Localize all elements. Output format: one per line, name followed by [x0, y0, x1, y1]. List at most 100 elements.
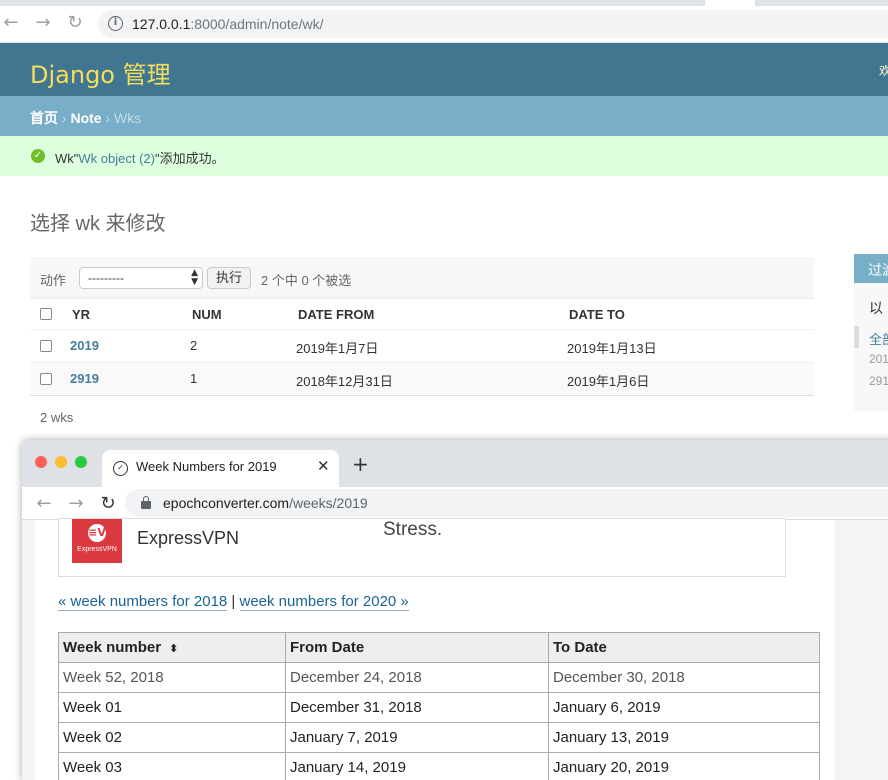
reload-icon[interactable]: ↻	[64, 12, 86, 34]
select-arrows-icon: ▲▼	[191, 269, 198, 287]
to-date-cell: December 30, 2018	[549, 663, 820, 693]
actions-label: 动作	[40, 270, 66, 289]
message-object-link[interactable]: Wk object (2)	[78, 151, 155, 166]
row-checkbox[interactable]	[40, 340, 52, 352]
row-num: 2	[190, 338, 197, 353]
info-icon[interactable]: i	[108, 16, 123, 31]
filter-selected-marker	[854, 326, 859, 348]
filter-subtitle: 以	[869, 298, 883, 318]
column-header-yr[interactable]: YR	[72, 307, 90, 322]
back-browser-tab[interactable]	[705, 0, 755, 6]
breadcrumb-home[interactable]: 首页	[30, 110, 58, 126]
clock-favicon-icon: ✓	[113, 461, 128, 476]
action-select-value: ---------	[88, 271, 124, 285]
row-yr-link[interactable]: 2019	[70, 338, 99, 353]
front-browser-window: ✓ Week Numbers for 2019 ✕ + ← → ↻ epochc…	[22, 440, 888, 780]
result-count: 2 wks	[40, 410, 73, 425]
address-url: epochconverter.com/weeks/2019	[163, 495, 368, 511]
row-date-from: 2018年12月31日	[296, 371, 393, 390]
to-date-cell: January 13, 2019	[549, 723, 820, 753]
week-numbers-table: Week number ⬍ From Date To Date Week 52, …	[58, 632, 820, 780]
week-cell: Week 52, 2018	[59, 663, 286, 693]
page-body: ≡V ExpressVPN ExpressVPN Stress. « week …	[35, 520, 835, 780]
new-tab-icon[interactable]: +	[352, 454, 369, 474]
week-cell: Week 02	[59, 723, 286, 753]
ad-brand-name: ExpressVPN	[137, 528, 239, 549]
week-cell: Week 01	[59, 693, 286, 723]
breadcrumb-current: Wks	[114, 110, 141, 126]
minimize-window-icon[interactable]	[55, 456, 67, 468]
action-select[interactable]: --------- ▲▼	[79, 267, 203, 289]
row-num: 1	[190, 371, 197, 386]
breadcrumb: 首页 › Note › Wks	[0, 96, 888, 136]
selection-counter: 2 个中 0 个被选	[261, 270, 351, 289]
logo-text: ExpressVPN	[72, 546, 122, 553]
table-row: Week 01 December 31, 2018 January 6, 201…	[59, 693, 820, 723]
tab-bar: ✓ Week Numbers for 2019 ✕ +	[22, 440, 888, 487]
back-arrow-icon[interactable]: ←	[33, 493, 55, 515]
filter-option[interactable]: 291	[869, 374, 888, 388]
run-action-button[interactable]: 执行	[207, 267, 251, 289]
select-all-checkbox[interactable]	[40, 308, 52, 320]
maximize-window-icon[interactable]	[75, 456, 87, 468]
expressvpn-mark-icon: ≡V	[88, 524, 106, 542]
django-header: Django 管理 欢	[0, 43, 888, 96]
from-date-cell: January 14, 2019	[286, 753, 549, 780]
column-header-from-date[interactable]: From Date	[286, 633, 549, 663]
actions-bar: 动作 --------- ▲▼ 执行 2 个中 0 个被选	[30, 258, 814, 298]
filter-panel: 以 全部 201 291	[854, 283, 888, 411]
column-header-week-number[interactable]: Week number ⬍	[59, 633, 286, 663]
next-year-link[interactable]: week numbers for 2020 »	[240, 593, 409, 611]
column-header-date-from[interactable]: DATE FROM	[298, 307, 374, 322]
header-label: Week number	[63, 639, 161, 656]
table-row: Week 02 January 7, 2019 January 13, 2019	[59, 723, 820, 753]
address-url: 127.0.0.1:8000/admin/note/wk/	[132, 16, 323, 32]
sort-icon[interactable]: ⬍	[169, 642, 178, 655]
url-host: epochconverter.com	[163, 495, 289, 511]
forward-arrow-icon[interactable]: →	[32, 12, 54, 34]
column-header-to-date[interactable]: To Date	[549, 633, 820, 663]
page-viewport: ≡V ExpressVPN ExpressVPN Stress. « week …	[22, 520, 888, 780]
table-row: 2019 2 2019年1月7日 2019年1月13日	[30, 330, 814, 363]
filter-option[interactable]: 201	[869, 352, 888, 366]
column-header-date-to[interactable]: DATE TO	[569, 307, 625, 322]
advertisement[interactable]: ≡V ExpressVPN ExpressVPN Stress.	[58, 518, 786, 577]
row-checkbox[interactable]	[40, 373, 52, 385]
table-row: Week 03 January 14, 2019 January 20, 201…	[59, 753, 820, 780]
reload-icon[interactable]: ↻	[97, 493, 119, 515]
prev-year-link[interactable]: « week numbers for 2018	[58, 593, 227, 611]
table-row: Week 52, 2018 December 24, 2018 December…	[59, 663, 820, 693]
filter-option-all[interactable]: 全部	[869, 329, 888, 348]
table-header: YR NUM DATE FROM DATE TO	[30, 298, 814, 330]
column-header-num[interactable]: NUM	[192, 307, 222, 322]
success-message: ✓ Wk"Wk object (2)"添加成功。	[0, 136, 888, 176]
breadcrumb-separator: ›	[62, 110, 67, 126]
table-header: Week number ⬍ From Date To Date	[59, 633, 820, 663]
back-arrow-icon[interactable]: ←	[0, 12, 22, 34]
site-brand[interactable]: Django 管理	[30, 55, 171, 90]
page-title: 选择 wk 来修改	[30, 207, 166, 236]
address-bar[interactable]: epochconverter.com/weeks/2019	[125, 489, 888, 517]
tab-close-icon[interactable]: ✕	[317, 457, 330, 475]
breadcrumb-app[interactable]: Note	[70, 110, 101, 126]
back-browser-toolbar: ← → ↻ i 127.0.0.1:8000/admin/note/wk/	[0, 0, 888, 43]
to-date-cell: January 6, 2019	[549, 693, 820, 723]
year-navigation: « week numbers for 2018 | week numbers f…	[58, 593, 409, 610]
from-date-cell: December 24, 2018	[286, 663, 549, 693]
close-window-icon[interactable]	[35, 456, 47, 468]
browser-tab[interactable]: ✓ Week Numbers for 2019 ✕	[102, 450, 339, 487]
forward-arrow-icon[interactable]: →	[65, 493, 87, 515]
lock-icon[interactable]	[141, 496, 151, 509]
browser-toolbar: ← → ↻ epochconverter.com/weeks/2019	[22, 487, 888, 520]
address-bar[interactable]: i 127.0.0.1:8000/admin/note/wk/	[98, 10, 888, 38]
row-yr-link[interactable]: 2919	[70, 371, 99, 386]
filter-title: 过滤	[854, 254, 888, 283]
url-host: 127.0.0.1	[132, 16, 190, 32]
ad-tagline: Stress.	[383, 519, 442, 541]
expressvpn-logo: ≡V ExpressVPN	[72, 519, 122, 563]
message-suffix: "添加成功。	[155, 151, 225, 166]
message-prefix: Wk"	[55, 151, 78, 166]
table-row: 2919 1 2018年12月31日 2019年1月6日	[30, 363, 814, 396]
tab-title: Week Numbers for 2019	[136, 459, 277, 474]
nav-separator: |	[227, 593, 239, 610]
